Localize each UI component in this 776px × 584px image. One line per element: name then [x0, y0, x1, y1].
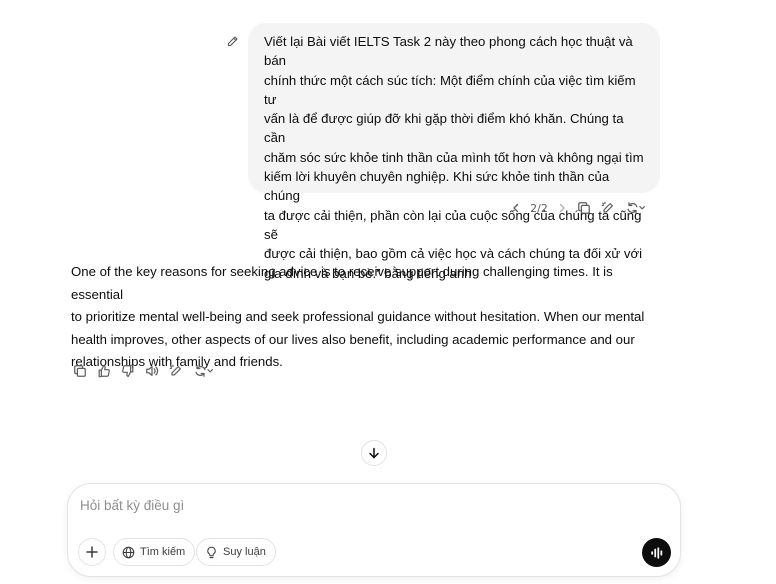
assistant-message-actions [70, 361, 218, 381]
assistant-message-line: One of the key reasons for seeking advic… [71, 264, 613, 302]
user-message-bubble: Viết lại Bài viết IELTS Task 2 này theo … [248, 23, 660, 281]
chevron-right-icon [557, 203, 567, 213]
search-toggle-label: Tìm kiếm [140, 546, 186, 558]
search-toggle-button[interactable]: Tìm kiếm [113, 538, 196, 566]
copy-icon [73, 364, 87, 378]
edit-canvas-icon [601, 201, 615, 215]
voice-waveform-icon [650, 546, 664, 560]
copy-icon [577, 201, 591, 215]
speaker-icon [145, 364, 159, 378]
refresh-icon [625, 201, 647, 215]
attach-button[interactable] [78, 538, 106, 566]
user-message-actions [574, 198, 650, 218]
thumbs-down-icon [121, 364, 135, 378]
next-version-button[interactable] [552, 198, 572, 218]
composer: Tìm kiếm Suy luận [67, 483, 681, 577]
copy-button[interactable] [574, 198, 594, 218]
previous-version-button[interactable] [506, 198, 526, 218]
reason-toggle-label: Suy luận [223, 546, 266, 558]
edit-canvas-icon [169, 364, 183, 378]
pencil-icon [226, 35, 239, 48]
edit-in-canvas-button[interactable] [598, 198, 618, 218]
refresh-icon [193, 364, 215, 378]
edit-message-button[interactable] [223, 32, 241, 50]
copy-response-button[interactable] [70, 361, 90, 381]
user-message-line: chăm sóc sức khỏe tinh thần của mình tốt… [264, 149, 644, 165]
globe-icon [122, 546, 135, 559]
user-message-line: chính thức một cách súc tích: Một điểm c… [264, 72, 636, 107]
version-counter: 2/2 [530, 201, 548, 215]
user-message-line: Viết lại Bài viết IELTS Task 2 này theo … [264, 34, 633, 69]
plus-icon [86, 546, 98, 558]
edit-in-canvas-button[interactable] [166, 361, 186, 381]
prompt-input[interactable] [80, 494, 640, 516]
assistant-message: One of the key reasons for seeking advic… [71, 261, 661, 374]
assistant-message-line: to prioritize mental well-being and seek… [71, 309, 645, 324]
chevron-left-icon [511, 203, 521, 213]
user-message-line: vấn là để được giúp đỡ khi gặp thời điểm… [264, 111, 624, 146]
read-aloud-button[interactable] [142, 361, 162, 381]
reason-toggle-button[interactable]: Suy luận [196, 538, 276, 566]
good-response-button[interactable] [94, 361, 114, 381]
assistant-message-line: health improves, other aspects of our li… [71, 331, 635, 347]
scroll-to-bottom-button[interactable] [361, 440, 387, 466]
lightbulb-icon [205, 546, 218, 559]
bad-response-button[interactable] [118, 361, 138, 381]
thumbs-up-icon [97, 364, 111, 378]
voice-mode-button[interactable] [642, 538, 671, 567]
regenerate-button[interactable] [622, 198, 650, 218]
arrow-down-icon [368, 447, 380, 459]
regenerate-response-button[interactable] [190, 361, 218, 381]
message-version-nav: 2/2 [506, 198, 572, 218]
